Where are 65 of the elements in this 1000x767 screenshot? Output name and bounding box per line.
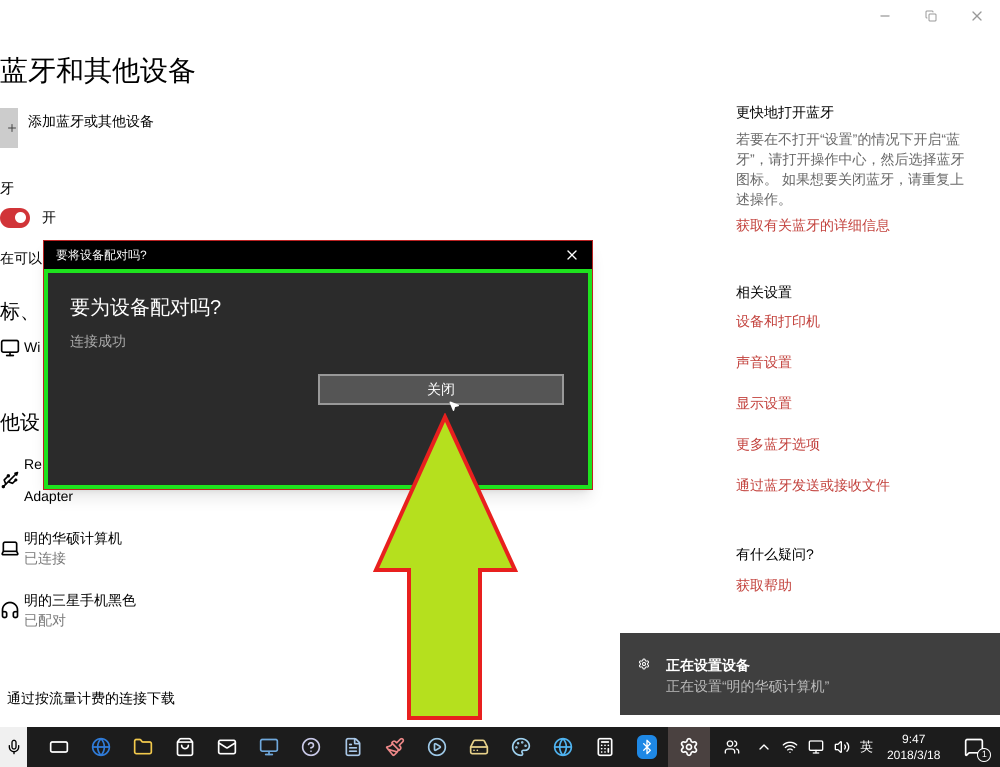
folder-icon[interactable] bbox=[133, 737, 153, 757]
related-settings-link[interactable]: 设备和打印机 bbox=[736, 311, 976, 332]
headphones-icon bbox=[0, 600, 20, 620]
device-name: Re bbox=[24, 455, 42, 474]
settings-icon bbox=[638, 658, 650, 670]
related-settings-link[interactable]: 通过蓝牙发送或接收文件 bbox=[736, 475, 976, 496]
brush-icon[interactable] bbox=[385, 737, 405, 757]
related-settings-link[interactable]: 显示设置 bbox=[736, 393, 976, 414]
close-button[interactable]: 关闭 bbox=[318, 374, 564, 405]
device-name: 明的三星手机黑色 bbox=[24, 591, 136, 610]
sidebar-heading: 相关设置 bbox=[736, 283, 793, 302]
shopping-bag-icon[interactable] bbox=[175, 737, 195, 757]
dialog-title: 要将设备配对吗? bbox=[56, 247, 147, 264]
device-status: 已配对 bbox=[24, 611, 66, 630]
dialog-message: 连接成功 bbox=[70, 332, 127, 351]
section-heading: 标、 bbox=[0, 300, 40, 325]
people-icon[interactable] bbox=[724, 739, 740, 755]
drive-icon[interactable] bbox=[469, 737, 489, 757]
calculator-icon[interactable] bbox=[595, 737, 615, 757]
related-settings-link[interactable]: 声音设置 bbox=[736, 352, 976, 373]
mail-icon[interactable] bbox=[217, 737, 237, 757]
add-device-button[interactable] bbox=[0, 108, 18, 148]
input-method-indicator[interactable]: 英 bbox=[860, 737, 873, 757]
help-icon[interactable] bbox=[301, 737, 321, 757]
notification-badge: 1 bbox=[977, 748, 992, 762]
discoverable-text: 在可以 bbox=[0, 249, 42, 268]
details-link[interactable]: 获取有关蓝牙的详细信息 bbox=[736, 215, 976, 236]
microphone-button[interactable] bbox=[0, 727, 27, 767]
section-heading: 他设 bbox=[0, 411, 40, 436]
globe-icon[interactable] bbox=[553, 737, 573, 757]
notification-icon[interactable] bbox=[964, 737, 984, 757]
sidebar-description: 若要在不打开“设置”的情况下开启“蓝牙”，请打开操作中心，然后选择蓝牙图标。 如果想要关闭蓝牙，请重复上述操作。 bbox=[736, 130, 966, 209]
add-device-label[interactable]: 添加蓝牙或其他设备 bbox=[28, 111, 154, 132]
bluetooth-icon[interactable] bbox=[637, 735, 657, 759]
settings-icon[interactable] bbox=[679, 737, 699, 757]
volume-icon[interactable] bbox=[834, 739, 850, 755]
clock-date[interactable]: 2018/3/18 bbox=[887, 747, 940, 763]
plus-icon bbox=[6, 122, 18, 134]
document-icon[interactable] bbox=[343, 737, 363, 757]
media-icon[interactable] bbox=[427, 737, 447, 757]
network-icon[interactable] bbox=[782, 739, 798, 755]
bluetooth-toggle[interactable] bbox=[0, 208, 30, 228]
related-settings-link[interactable]: 更多蓝牙选项 bbox=[736, 434, 976, 455]
bluetooth-label: 牙 bbox=[0, 179, 14, 198]
sidebar-heading: 有什么疑问? bbox=[736, 545, 815, 564]
metered-download-label: 通过按流量计费的连接下载 bbox=[7, 689, 175, 708]
clock-time[interactable]: 9:47 bbox=[902, 731, 926, 747]
toast-title: 正在设置设备 bbox=[666, 656, 751, 675]
dialog-heading: 要为设备配对吗? bbox=[70, 296, 222, 321]
taskbar-app[interactable] bbox=[668, 727, 710, 767]
globe-icon[interactable] bbox=[91, 737, 111, 757]
monitor-icon[interactable] bbox=[259, 737, 279, 757]
page-title: 蓝牙和其他设备 bbox=[0, 54, 196, 88]
device-name: Wi bbox=[24, 338, 40, 357]
palette-icon[interactable] bbox=[511, 737, 531, 757]
toggle-label: 开 bbox=[42, 208, 56, 227]
device-status: 已连接 bbox=[24, 549, 66, 568]
device-name: 明的华硕计算机 bbox=[24, 529, 122, 548]
device-status: Adapter bbox=[24, 487, 74, 506]
sidebar-heading: 更快地打开蓝牙 bbox=[736, 103, 835, 122]
microphone-icon bbox=[6, 739, 22, 755]
toast-message: 正在设置“明的华硕计算机” bbox=[666, 677, 830, 696]
cursor-icon bbox=[448, 399, 460, 413]
display-icon[interactable] bbox=[808, 739, 824, 755]
help-link[interactable]: 获取帮助 bbox=[736, 575, 976, 596]
